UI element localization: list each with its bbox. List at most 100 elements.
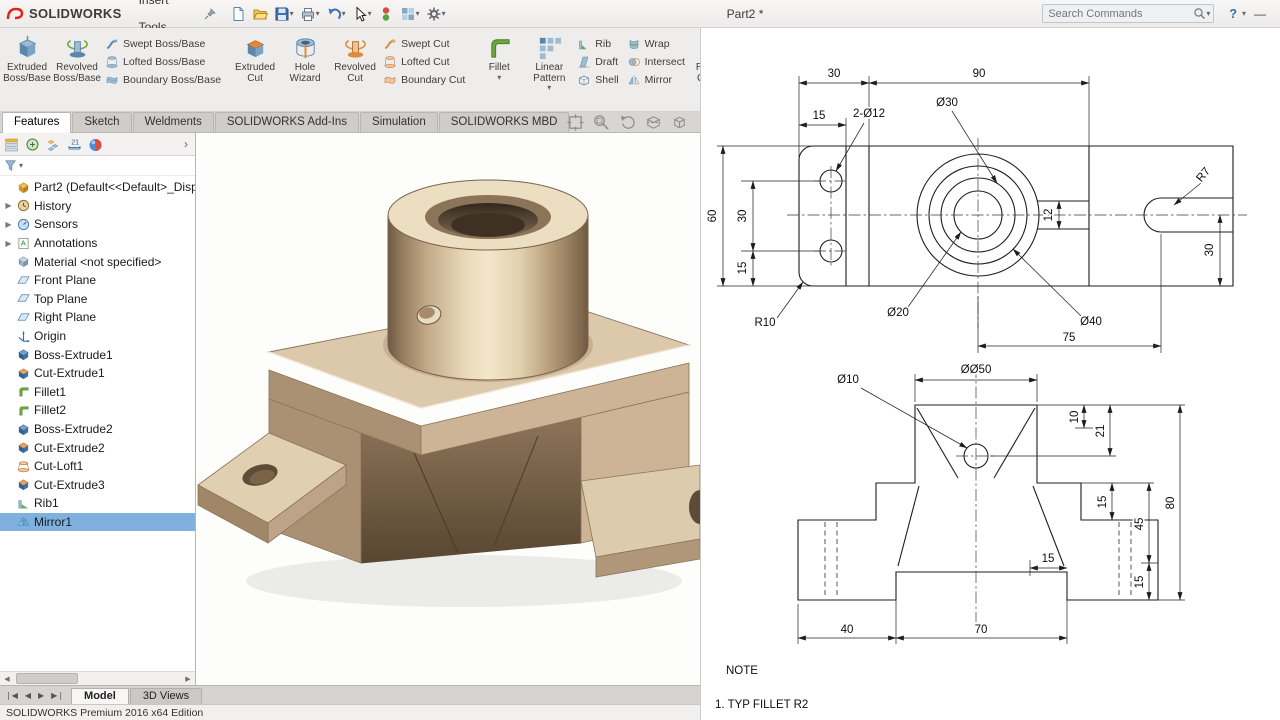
ribbon-button-label: Fillet [489, 63, 510, 74]
zoom-area-icon[interactable] [592, 113, 611, 137]
tree-item-sensors[interactable]: ▶Sensors [0, 215, 195, 234]
search-input[interactable] [1046, 7, 1193, 21]
tree-item-label: Boss-Extrude1 [34, 348, 113, 362]
tree-item-material-not-specified-[interactable]: Material <not specified> [0, 252, 195, 271]
dimxpert-manager-tab-icon[interactable]: 21 [67, 137, 82, 152]
dropdown-caret[interactable]: ▾ [497, 74, 501, 82]
tree-item-annotations[interactable]: ▶AAnnotations [0, 234, 195, 253]
zoom-fit-icon[interactable] [566, 113, 585, 137]
ribbon-button-fillet[interactable]: Fillet▾ [474, 30, 524, 82]
tree-item-mirror1[interactable]: Mirror1 [0, 513, 195, 532]
tab-solidworks-mbd[interactable]: SOLIDWORKS MBD [439, 112, 570, 132]
scroll-thumb[interactable] [16, 673, 78, 684]
tree-item-cut-loft1[interactable]: Cut-Loft1 [0, 457, 195, 476]
panel-horizontal-scrollbar[interactable]: ◀ ▶ [0, 671, 195, 685]
section-view-icon[interactable] [644, 113, 663, 137]
ribbon-button-intersect[interactable]: Intersect [627, 55, 685, 69]
ribbon-button-wrap[interactable]: Wrap [627, 37, 685, 51]
first-tab-icon[interactable]: ❘◀ [2, 691, 21, 700]
tree-item-top-plane[interactable]: Top Plane [0, 290, 195, 309]
ribbon-button-swept-boss-base[interactable]: Swept Boss/Base [105, 37, 221, 51]
tree-item-cut-extrude2[interactable]: Cut-Extrude2 [0, 438, 195, 457]
tree-item-boss-extrude2[interactable]: Boss-Extrude2 [0, 420, 195, 439]
new-button[interactable] [228, 4, 248, 24]
rebuild-button[interactable] [376, 4, 396, 24]
tree-item-fillet2[interactable]: Fillet2 [0, 401, 195, 420]
tab-solidworks-add-ins[interactable]: SOLIDWORKS Add-Ins [215, 112, 359, 132]
filter-funnel-icon[interactable] [4, 159, 17, 172]
search-icon[interactable] [1193, 7, 1206, 20]
pin-icon[interactable] [204, 8, 216, 20]
filter-caret[interactable]: ▾ [19, 162, 23, 170]
tree-filter-row[interactable]: ▾ [0, 156, 195, 176]
display-manager-tab-icon[interactable] [88, 137, 103, 152]
tab-simulation[interactable]: Simulation [360, 112, 438, 132]
expand-caret-icon[interactable]: ▶ [3, 220, 14, 229]
tree-item-history[interactable]: ▶History [0, 197, 195, 216]
ribbon-button-extruded-boss-base[interactable]: Extruded Boss/Base [2, 30, 52, 84]
view-orientation-icon[interactable] [670, 113, 689, 137]
ribbon-button-swept-cut[interactable]: Swept Cut [383, 37, 465, 51]
prev-tab-icon[interactable]: ◀ [22, 691, 34, 700]
dropdown-caret[interactable]: ▾ [547, 84, 551, 92]
tree-item-cut-extrude1[interactable]: Cut-Extrude1 [0, 364, 195, 383]
ribbon-button-shell[interactable]: Shell [577, 73, 618, 87]
doc-tab-model[interactable]: Model [71, 688, 129, 704]
tree-item-rib1[interactable]: Rib1 [0, 494, 195, 513]
tree-item-label: Annotations [34, 236, 97, 250]
panel-flyout-chevron-icon[interactable]: › [181, 137, 191, 151]
ribbon-button-mirror[interactable]: Mirror [627, 73, 685, 87]
ribbon-button-lofted-cut[interactable]: Lofted Cut [383, 55, 465, 69]
dimension-label: R7 [1194, 166, 1213, 185]
open-button[interactable] [250, 4, 270, 24]
doc-tab-3d-views[interactable]: 3D Views [130, 688, 202, 704]
tree-root-item[interactable]: Part2 (Default<<Default>_Display [0, 178, 195, 197]
ribbon-button-extruded-cut[interactable]: Extruded Cut [230, 30, 280, 84]
undo-button[interactable]: ▾ [324, 4, 348, 24]
tab-features[interactable]: Features [2, 112, 71, 133]
ribbon-button-boundary-cut[interactable]: Boundary Cut [383, 73, 465, 87]
next-tab-icon[interactable]: ▶ [35, 691, 47, 700]
graphics-viewport[interactable] [196, 133, 700, 685]
tree-item-front-plane[interactable]: Front Plane [0, 271, 195, 290]
configuration-manager-tab-icon[interactable] [46, 137, 61, 152]
view-settings-button[interactable]: ▾ [398, 4, 422, 24]
expand-caret-icon[interactable]: ▶ [3, 201, 14, 210]
minimize-button[interactable]: — [1246, 7, 1274, 21]
solidworks-window: SOLIDWORKS FileEditViewInsertToolsSimula… [0, 0, 1280, 720]
tree-item-boss-extrude1[interactable]: Boss-Extrude1 [0, 345, 195, 364]
ribbon-button-draft[interactable]: Draft [577, 55, 618, 69]
property-manager-tab-icon[interactable] [25, 137, 40, 152]
previous-view-icon[interactable] [618, 113, 637, 137]
ribbon-button-revolved-boss-base[interactable]: Revolved Boss/Base [52, 30, 102, 84]
ribbon-button-lofted-boss-base[interactable]: Lofted Boss/Base [105, 55, 221, 69]
expand-caret-icon[interactable]: ▶ [3, 239, 14, 248]
ribbon-button-rib[interactable]: Rib [577, 37, 618, 51]
search-commands-box[interactable]: ▾ [1042, 4, 1214, 23]
tab-sketch[interactable]: Sketch [72, 112, 131, 132]
ribbon-button-boundary-boss-base[interactable]: Boundary Boss/Base [105, 73, 221, 87]
scroll-left-arrow[interactable]: ◀ [0, 672, 14, 685]
select-button[interactable]: ▾ [350, 4, 374, 24]
search-dropdown-caret[interactable]: ▾ [1206, 10, 1210, 18]
tree-item-right-plane[interactable]: Right Plane [0, 308, 195, 327]
save-button[interactable]: ▾ [272, 4, 296, 24]
tree-item-label: Right Plane [34, 310, 96, 324]
tree-item-cut-extrude3[interactable]: Cut-Extrude3 [0, 476, 195, 495]
scroll-right-arrow[interactable]: ▶ [181, 672, 195, 685]
help-button[interactable]: ? [1224, 7, 1242, 21]
tree-item-fillet1[interactable]: Fillet1 [0, 383, 195, 402]
print-button[interactable]: ▾ [298, 4, 322, 24]
feature-manager-tab-icon[interactable] [4, 137, 19, 152]
tab-weldments[interactable]: Weldments [133, 112, 214, 132]
scroll-track[interactable] [14, 672, 181, 685]
options-button[interactable]: ▾ [424, 4, 448, 24]
dimension-label: 70 [975, 624, 988, 636]
last-tab-icon[interactable]: ▶❘ [48, 691, 67, 700]
tree-item-origin[interactable]: Origin [0, 327, 195, 346]
menu-insert[interactable]: Insert [132, 0, 202, 14]
ribbon-button-hole-wizard[interactable]: Hole Wizard [280, 30, 330, 84]
dimension-label: NOTE [726, 665, 758, 677]
ribbon-button-revolved-cut[interactable]: Revolved Cut [330, 30, 380, 84]
ribbon-button-linear-pattern[interactable]: Linear Pattern▾ [524, 30, 574, 92]
